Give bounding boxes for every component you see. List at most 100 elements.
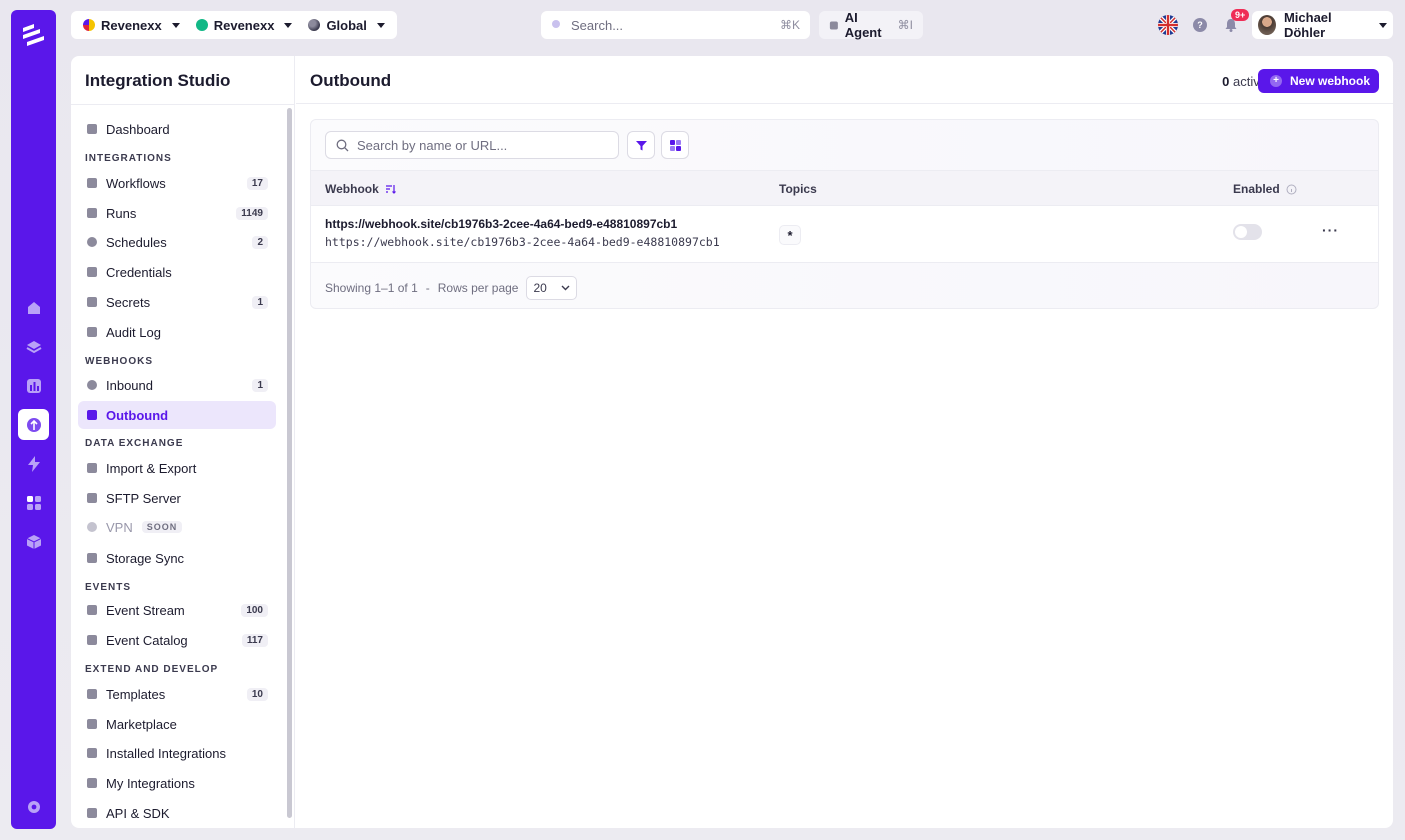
sidebar-item-credentials[interactable]: Credentials xyxy=(78,258,276,286)
catalog-icon xyxy=(87,635,97,645)
integrations-icon[interactable] xyxy=(18,409,49,440)
topic-badge: * xyxy=(779,225,801,245)
sidebar-item-inbound[interactable]: Inbound 1 xyxy=(78,371,276,399)
package-icon[interactable] xyxy=(18,526,49,557)
count-badge: 1 xyxy=(252,295,268,309)
count-badge: 1149 xyxy=(236,206,268,220)
sidebar-item-secrets[interactable]: Secrets 1 xyxy=(78,288,276,316)
sidebar-item-my-integrations[interactable]: My Integrations xyxy=(78,769,276,797)
active-count-number: 0 xyxy=(1222,74,1230,89)
scope-selector[interactable]: Global xyxy=(302,11,390,39)
user-menu[interactable]: Michael Döhler xyxy=(1252,10,1393,40)
sidebar-item-label: Credentials xyxy=(106,264,172,280)
lightning-icon[interactable] xyxy=(18,448,49,479)
chevron-down-icon xyxy=(561,285,570,291)
analytics-icon[interactable] xyxy=(18,370,49,401)
apps-grid-icon[interactable] xyxy=(18,487,49,518)
global-search[interactable]: Search... ⌘K xyxy=(541,11,810,39)
language-flag-icon[interactable] xyxy=(1158,15,1178,35)
settings-gear-icon[interactable] xyxy=(18,791,49,822)
sidebar-item-outbound[interactable]: Outbound xyxy=(78,401,276,429)
count-badge: 10 xyxy=(246,687,268,701)
sidebar: Integration Studio Dashboard INTEGRATION… xyxy=(71,56,295,828)
storage-icon xyxy=(87,553,97,563)
chevron-down-icon xyxy=(284,22,293,28)
webhook-search-input[interactable]: Search by name or URL... xyxy=(325,131,619,159)
rows-per-page-select[interactable]: 20 xyxy=(526,276,577,300)
new-webhook-button[interactable]: + New webhook xyxy=(1258,69,1379,93)
sidebar-item-audit-log[interactable]: Audit Log xyxy=(78,318,276,346)
template-icon xyxy=(87,689,97,699)
count-badge: 1 xyxy=(252,378,268,392)
key-icon xyxy=(87,297,97,307)
rows-per-page-value: 20 xyxy=(533,281,547,295)
row-actions-button[interactable]: ··· xyxy=(1322,222,1339,238)
sidebar-item-label: Installed Integrations xyxy=(106,745,226,761)
sidebar-scrollbar[interactable] xyxy=(287,108,292,818)
layers-icon[interactable] xyxy=(18,331,49,362)
sidebar-item-label: My Integrations xyxy=(106,775,195,791)
sidebar-item-storage-sync[interactable]: Storage Sync xyxy=(78,544,276,572)
org-logo-icon xyxy=(83,19,95,31)
sidebar-item-schedules[interactable]: Schedules 2 xyxy=(78,228,276,256)
page-title: Outbound xyxy=(310,71,392,90)
main-content: Outbound 0 active + New webhook Search b… xyxy=(296,56,1393,828)
table-row[interactable]: https://webhook.site/cb1976b3-2cee-4a64-… xyxy=(311,206,1378,263)
shield-check-icon xyxy=(87,327,97,337)
inbound-icon xyxy=(87,380,97,390)
org-name: Revenexx xyxy=(101,17,162,33)
filter-button[interactable] xyxy=(627,131,655,159)
clock-icon xyxy=(87,237,97,247)
filter-icon xyxy=(635,140,647,150)
sidebar-item-label: Schedules xyxy=(106,234,167,250)
sidebar-item-label: Inbound xyxy=(106,377,153,393)
webhooks-table-card: Search by name or URL... Webhook Topics … xyxy=(310,119,1379,309)
pagination-info: Showing 1–1 of 1 xyxy=(325,281,418,295)
workflow-icon xyxy=(87,178,97,188)
sidebar-item-label: Event Stream xyxy=(106,602,185,618)
sidebar-item-marketplace[interactable]: Marketplace xyxy=(78,710,276,738)
plus-icon: + xyxy=(1270,75,1282,87)
count-badge: 17 xyxy=(246,176,268,190)
sidebar-item-installed-integrations[interactable]: Installed Integrations xyxy=(78,739,276,767)
sidebar-item-workflows[interactable]: Workflows 17 xyxy=(78,169,276,197)
sidebar-item-import-export[interactable]: Import & Export xyxy=(78,454,276,482)
help-icon[interactable]: ? xyxy=(1193,18,1207,32)
column-webhook[interactable]: Webhook xyxy=(325,182,396,196)
sidebar-item-label: SFTP Server xyxy=(106,490,181,506)
sidebar-item-dashboard[interactable]: Dashboard xyxy=(78,115,276,143)
column-label: Webhook xyxy=(325,182,379,196)
rows-per-page-label: Rows per page xyxy=(437,281,519,295)
code-icon xyxy=(87,808,97,818)
database-icon xyxy=(87,463,97,473)
ai-agent-label: AI Agent xyxy=(844,10,882,40)
scope-name: Global xyxy=(326,17,367,33)
section-integrations: INTEGRATIONS xyxy=(85,153,172,164)
enabled-toggle[interactable] xyxy=(1233,224,1262,240)
org-selector[interactable]: Revenexx xyxy=(77,11,186,39)
section-data-exchange: DATA EXCHANGE xyxy=(85,438,184,449)
ai-agent-button[interactable]: AI Agent ⌘I xyxy=(819,10,923,40)
help-label: ? xyxy=(1197,20,1203,30)
app-rail xyxy=(11,10,56,829)
home-icon[interactable] xyxy=(18,292,49,323)
sidebar-item-label: Runs xyxy=(106,205,137,221)
webhook-name[interactable]: https://webhook.site/cb1976b3-2cee-4a64-… xyxy=(325,217,677,231)
view-toggle-button[interactable] xyxy=(661,131,689,159)
server-icon xyxy=(87,493,97,503)
sidebar-item-api-sdk[interactable]: API & SDK xyxy=(78,799,276,827)
sidebar-item-label: Import & Export xyxy=(106,460,197,476)
sidebar-item-sftp-server[interactable]: SFTP Server xyxy=(78,484,276,512)
sidebar-item-event-catalog[interactable]: Event Catalog 117 xyxy=(78,626,276,654)
app-logo-icon[interactable] xyxy=(20,22,47,49)
footer-separator: - xyxy=(425,281,430,295)
info-icon[interactable] xyxy=(1286,184,1297,195)
notifications-badge: 9+ xyxy=(1231,9,1250,21)
sidebar-item-label: Marketplace xyxy=(106,716,177,732)
sidebar-item-event-stream[interactable]: Event Stream 100 xyxy=(78,596,276,624)
sidebar-item-runs[interactable]: Runs 1149 xyxy=(78,199,276,227)
sidebar-item-label: Secrets xyxy=(106,294,151,310)
sidebar-item-templates[interactable]: Templates 10 xyxy=(78,680,276,708)
project-selector[interactable]: Revenexx xyxy=(190,11,299,39)
page-header: Outbound 0 active + New webhook xyxy=(296,56,1393,104)
